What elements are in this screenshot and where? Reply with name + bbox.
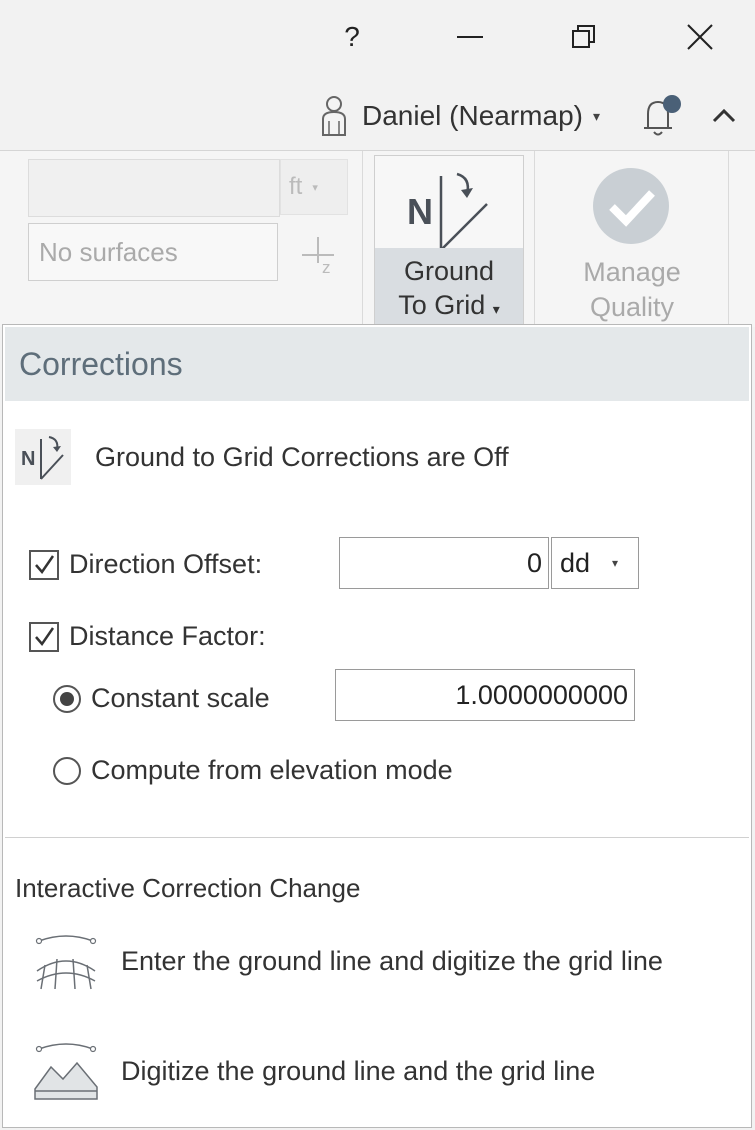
svg-text:N: N [407, 191, 433, 232]
compute-elevation-radio[interactable] [53, 756, 81, 785]
ground-to-grid-icon: N [407, 172, 488, 251]
collapse-icon [712, 108, 736, 123]
direction-offset-checkbox[interactable] [29, 549, 59, 580]
ground-to-grid-line2: To Grid [398, 290, 486, 320]
ground-to-grid-icon: N [15, 429, 71, 485]
ground-to-grid-button[interactable]: N Ground To Grid ▾ [374, 155, 524, 327]
user-name: Daniel (Nearmap) [362, 100, 583, 131]
xyz-pick-button[interactable]: z [298, 233, 342, 277]
constant-scale-radio[interactable] [53, 684, 81, 713]
title-bar: ? Daniel (Nearmap) ▾ [0, 0, 755, 150]
checkmark-icon [35, 554, 55, 574]
manage-quality-button[interactable]: Manage Quality [548, 155, 716, 325]
crosshair-z-icon: z [302, 237, 334, 277]
ribbon: ft ▾ No surfaces z N Ground To Grid ▾ Ma… [0, 150, 755, 327]
status-text: Ground to Grid Corrections are Off [95, 441, 509, 472]
direction-offset-label: Direction Offset: [69, 549, 263, 579]
chevron-down-icon: ▾ [492, 301, 500, 317]
manage-quality-line2: Quality [589, 292, 675, 322]
restore-icon [572, 25, 595, 48]
constant-scale-input[interactable]: 1.0000000000 [335, 669, 635, 721]
notifications-button[interactable] [636, 90, 688, 142]
distance-factor-row: Distance Factor: [29, 621, 266, 652]
compute-elevation-label: Compute from elevation mode [91, 755, 453, 785]
manage-quality-label: Manage Quality [548, 255, 716, 325]
direction-unit-label: dd [560, 547, 591, 578]
ribbon-separator [534, 151, 535, 327]
chevron-down-icon: ▾ [312, 181, 318, 194]
curved-grid-icon [35, 935, 97, 990]
digitize-lines-label: Digitize the ground line and the grid li… [121, 1055, 596, 1086]
collapse-button[interactable] [706, 100, 742, 132]
distance-factor-label: Distance Factor: [69, 621, 266, 651]
ribbon-separator [728, 151, 729, 327]
terrain-lines-icon [34, 1043, 98, 1100]
check-circle-icon [593, 168, 669, 244]
bell-icon [644, 95, 681, 136]
unit-label: ft [289, 173, 303, 200]
ribbon-separator [362, 151, 363, 327]
enter-ground-line-action[interactable]: Enter the ground line and digitize the g… [33, 931, 663, 991]
digitize-lines-action[interactable]: Digitize the ground line and the grid li… [33, 1041, 595, 1101]
interactive-title: Interactive Correction Change [15, 873, 361, 903]
panel-title: Corrections [5, 327, 749, 401]
section-divider [5, 837, 749, 838]
direction-offset-row: Direction Offset: [29, 549, 262, 580]
distance-factor-checkbox[interactable] [29, 621, 59, 652]
minimize-button[interactable] [440, 12, 500, 62]
close-icon [687, 24, 713, 50]
constant-scale-label: Constant scale [91, 683, 270, 713]
chevron-down-icon: ▾ [592, 107, 600, 124]
enter-ground-line-label: Enter the ground line and digitize the g… [121, 945, 663, 976]
ground-to-grid-label: Ground To Grid ▾ [375, 248, 523, 326]
corrections-panel: Corrections N Ground to Grid Corrections… [2, 324, 752, 1128]
user-menu[interactable]: Daniel (Nearmap) ▾ [318, 88, 600, 144]
compute-elevation-row: Compute from elevation mode [53, 755, 453, 786]
ground-to-grid-line2-row: To Grid ▾ [375, 288, 523, 326]
checkmark-icon [35, 626, 55, 646]
surfaces-select[interactable]: No surfaces [28, 223, 278, 281]
radio-selected-dot [60, 691, 74, 706]
close-button[interactable] [670, 12, 730, 62]
value-input-disabled [28, 159, 280, 217]
constant-scale-row: Constant scale [53, 683, 270, 714]
manage-quality-line1: Manage [583, 257, 681, 287]
chevron-down-icon: ▾ [612, 556, 619, 570]
unit-select-disabled: ft ▾ [280, 159, 348, 215]
ground-to-grid-line1: Ground [403, 256, 495, 286]
direction-offset-input[interactable]: 0 [339, 537, 549, 589]
status-row: N Ground to Grid Corrections are Off [15, 429, 509, 485]
direction-unit-select[interactable]: dd ▾ [551, 537, 639, 589]
help-button[interactable]: ? [322, 12, 382, 62]
user-icon [322, 96, 346, 136]
svg-text:N: N [21, 448, 35, 470]
restore-button[interactable] [554, 12, 614, 62]
svg-text:z: z [322, 258, 331, 277]
minimize-icon [457, 36, 483, 38]
